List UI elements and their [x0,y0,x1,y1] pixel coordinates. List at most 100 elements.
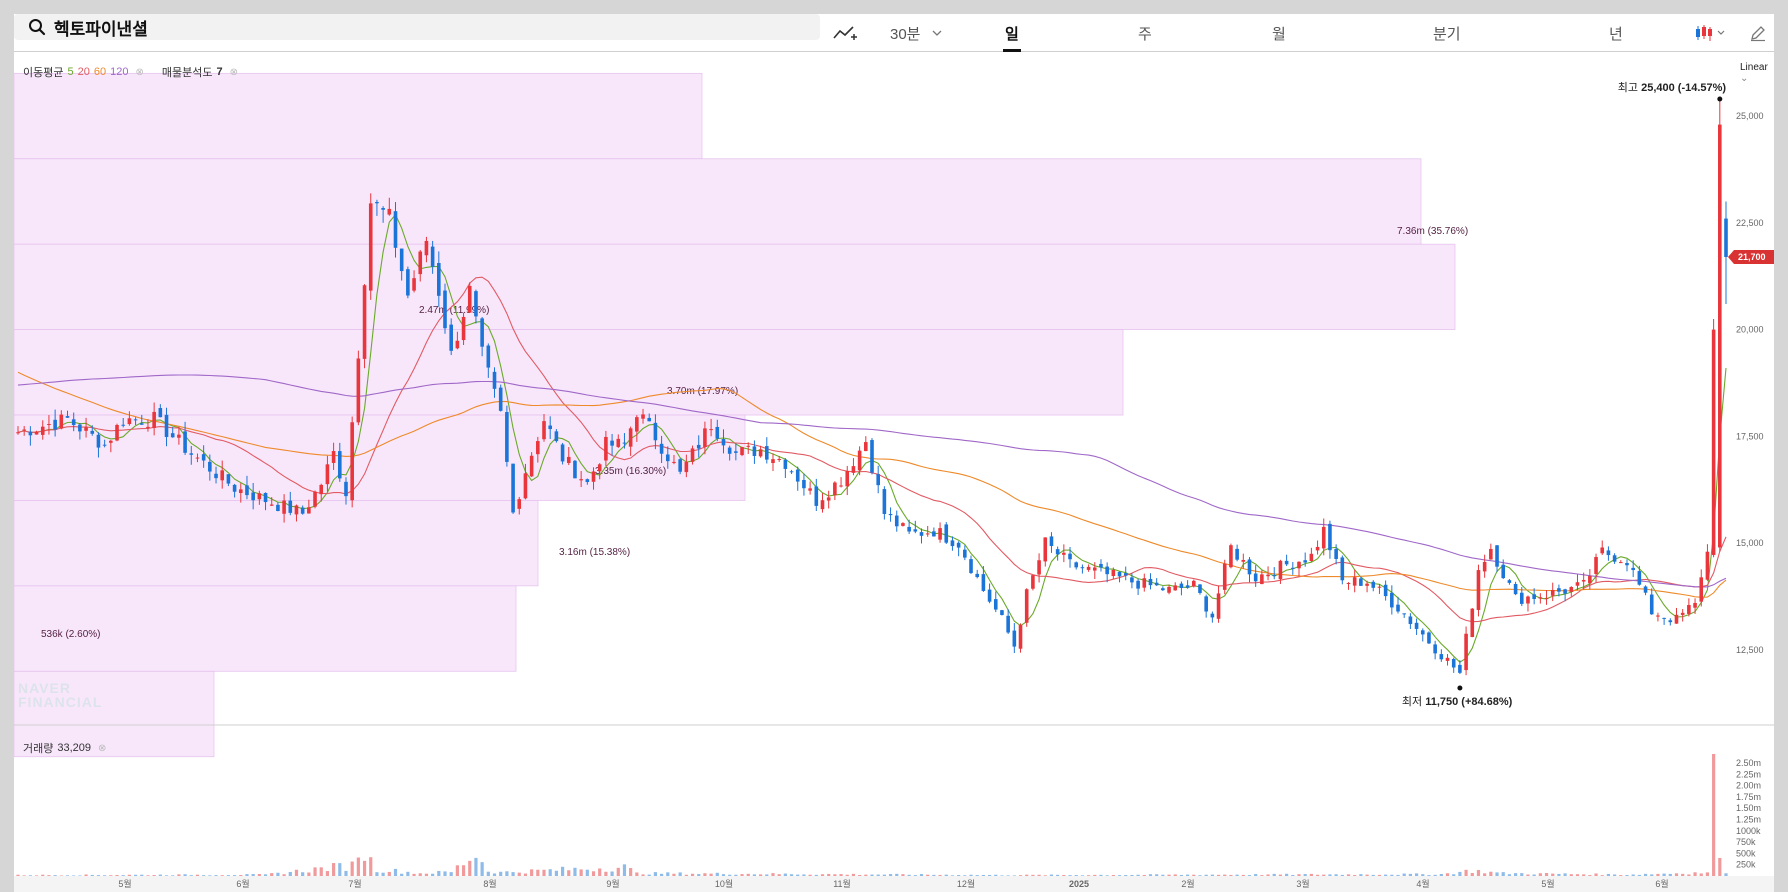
ma-label: 이동평균 [23,67,64,79]
volume-bar [1309,873,1313,876]
tab-weekly[interactable]: 주 [1138,14,1152,52]
candle-body [1643,586,1648,593]
tab-quarterly[interactable]: 분기 [1433,14,1461,52]
candle-body [678,459,682,472]
volume-bar [1204,874,1208,876]
search-icon [29,19,46,36]
candle-body [220,470,225,481]
candle-body [1649,594,1654,615]
volume-bar [1192,874,1196,876]
volume-bar [164,875,169,876]
volume-bar [1210,874,1214,876]
volume-bar [1445,873,1450,876]
volume-bar [344,870,348,876]
high-marker [1717,96,1723,102]
volume-bar [759,874,763,876]
volume-bar [1588,875,1592,876]
volume-bar [418,873,422,876]
tab-monthly[interactable]: 월 [1272,14,1286,52]
volume-bar [1130,874,1134,876]
scale-mode-dropdown[interactable]: Linear ⌄ [1740,62,1774,84]
candle-body [1000,610,1004,616]
candle-body [1315,546,1320,551]
candle-body [1625,563,1629,566]
chart-type-dropdown[interactable] [1694,14,1728,52]
candle-body [919,532,924,536]
candle-body [1012,630,1017,647]
volume-bar [65,875,70,876]
ma-period-5: 5 [67,66,74,78]
volume-bar [567,870,571,876]
x-axis-tick-label: 4월 [1416,878,1429,889]
candle-body [1656,615,1660,617]
volume-bar [1433,874,1437,876]
candle-body [1377,586,1382,588]
candle-body [1148,578,1153,586]
price-chart[interactable]: 25,000 22,500 20,000 17,500 15,000 12,500 7.36… [14,14,1774,892]
candle-body [1321,526,1326,549]
stock-search-box[interactable]: 헥토파이낸셜 [14,14,820,40]
volume-bar [195,874,200,876]
volume-bar [1439,874,1443,876]
close-icon[interactable]: ⊗ [135,67,143,78]
volume-bar [1668,873,1672,876]
x-axis-tick-label: 11월 [833,878,851,889]
volume-bar [232,875,237,876]
volume-bar [72,875,76,876]
volume-bar [740,874,744,876]
candle-body [1043,537,1048,562]
volume-bar [888,874,893,876]
draw-tool-button[interactable] [1749,14,1767,52]
close-icon[interactable]: ⊗ [98,743,106,754]
tab-yearly[interactable]: 년 [1609,14,1623,52]
indicator-add-button[interactable] [832,14,858,52]
volume-bar [981,874,985,876]
candle-body [1229,545,1233,568]
volume-bar [1278,874,1283,876]
volume-bar [647,874,651,876]
volume-bar [1136,874,1140,876]
volume-bar [1371,874,1375,876]
volume-bar [1247,875,1252,876]
volume-axis-tick-label: 250k [1736,860,1756,870]
volume-bar [511,872,515,876]
candle-body [449,324,453,351]
volume-bar [140,874,144,876]
candle-body [1309,553,1314,562]
candle-body [888,514,893,516]
candle-body [1191,580,1196,587]
x-axis-tick-label: 9월 [606,878,619,889]
candle-body [604,436,608,461]
volume-bar [1093,874,1097,876]
candle-body [833,482,837,496]
volume-bar [1006,875,1010,876]
candle-body [1445,657,1450,661]
volume-bar [845,874,849,876]
volume-bar [975,875,979,876]
close-icon[interactable]: ⊗ [230,67,238,78]
candle-body [1606,550,1611,556]
volume-bar [183,874,187,876]
tab-daily[interactable]: 일 [1003,14,1021,52]
candle-body [789,471,794,473]
x-axis-tick-label: 7월 [348,878,361,889]
volume-bar [1291,875,1295,876]
volume-bar [1012,875,1016,876]
candle-body [1458,664,1462,673]
candle-body [925,533,930,535]
volume-bar [1334,874,1338,876]
volume-bar [1513,873,1518,876]
volume-bar [833,874,837,876]
candle-body [474,291,478,317]
volume-bar [1161,874,1165,876]
candle-body [115,424,119,441]
volume-bar [1575,874,1580,876]
candle-body [257,493,262,500]
candle-body [1365,583,1369,586]
candle-body [1408,616,1413,624]
candle-body [795,469,800,482]
candle-body [894,515,899,527]
interval-30min-dropdown[interactable]: 30분 [890,14,943,52]
volume-bar [1625,875,1629,876]
volume-bars [16,754,1728,876]
